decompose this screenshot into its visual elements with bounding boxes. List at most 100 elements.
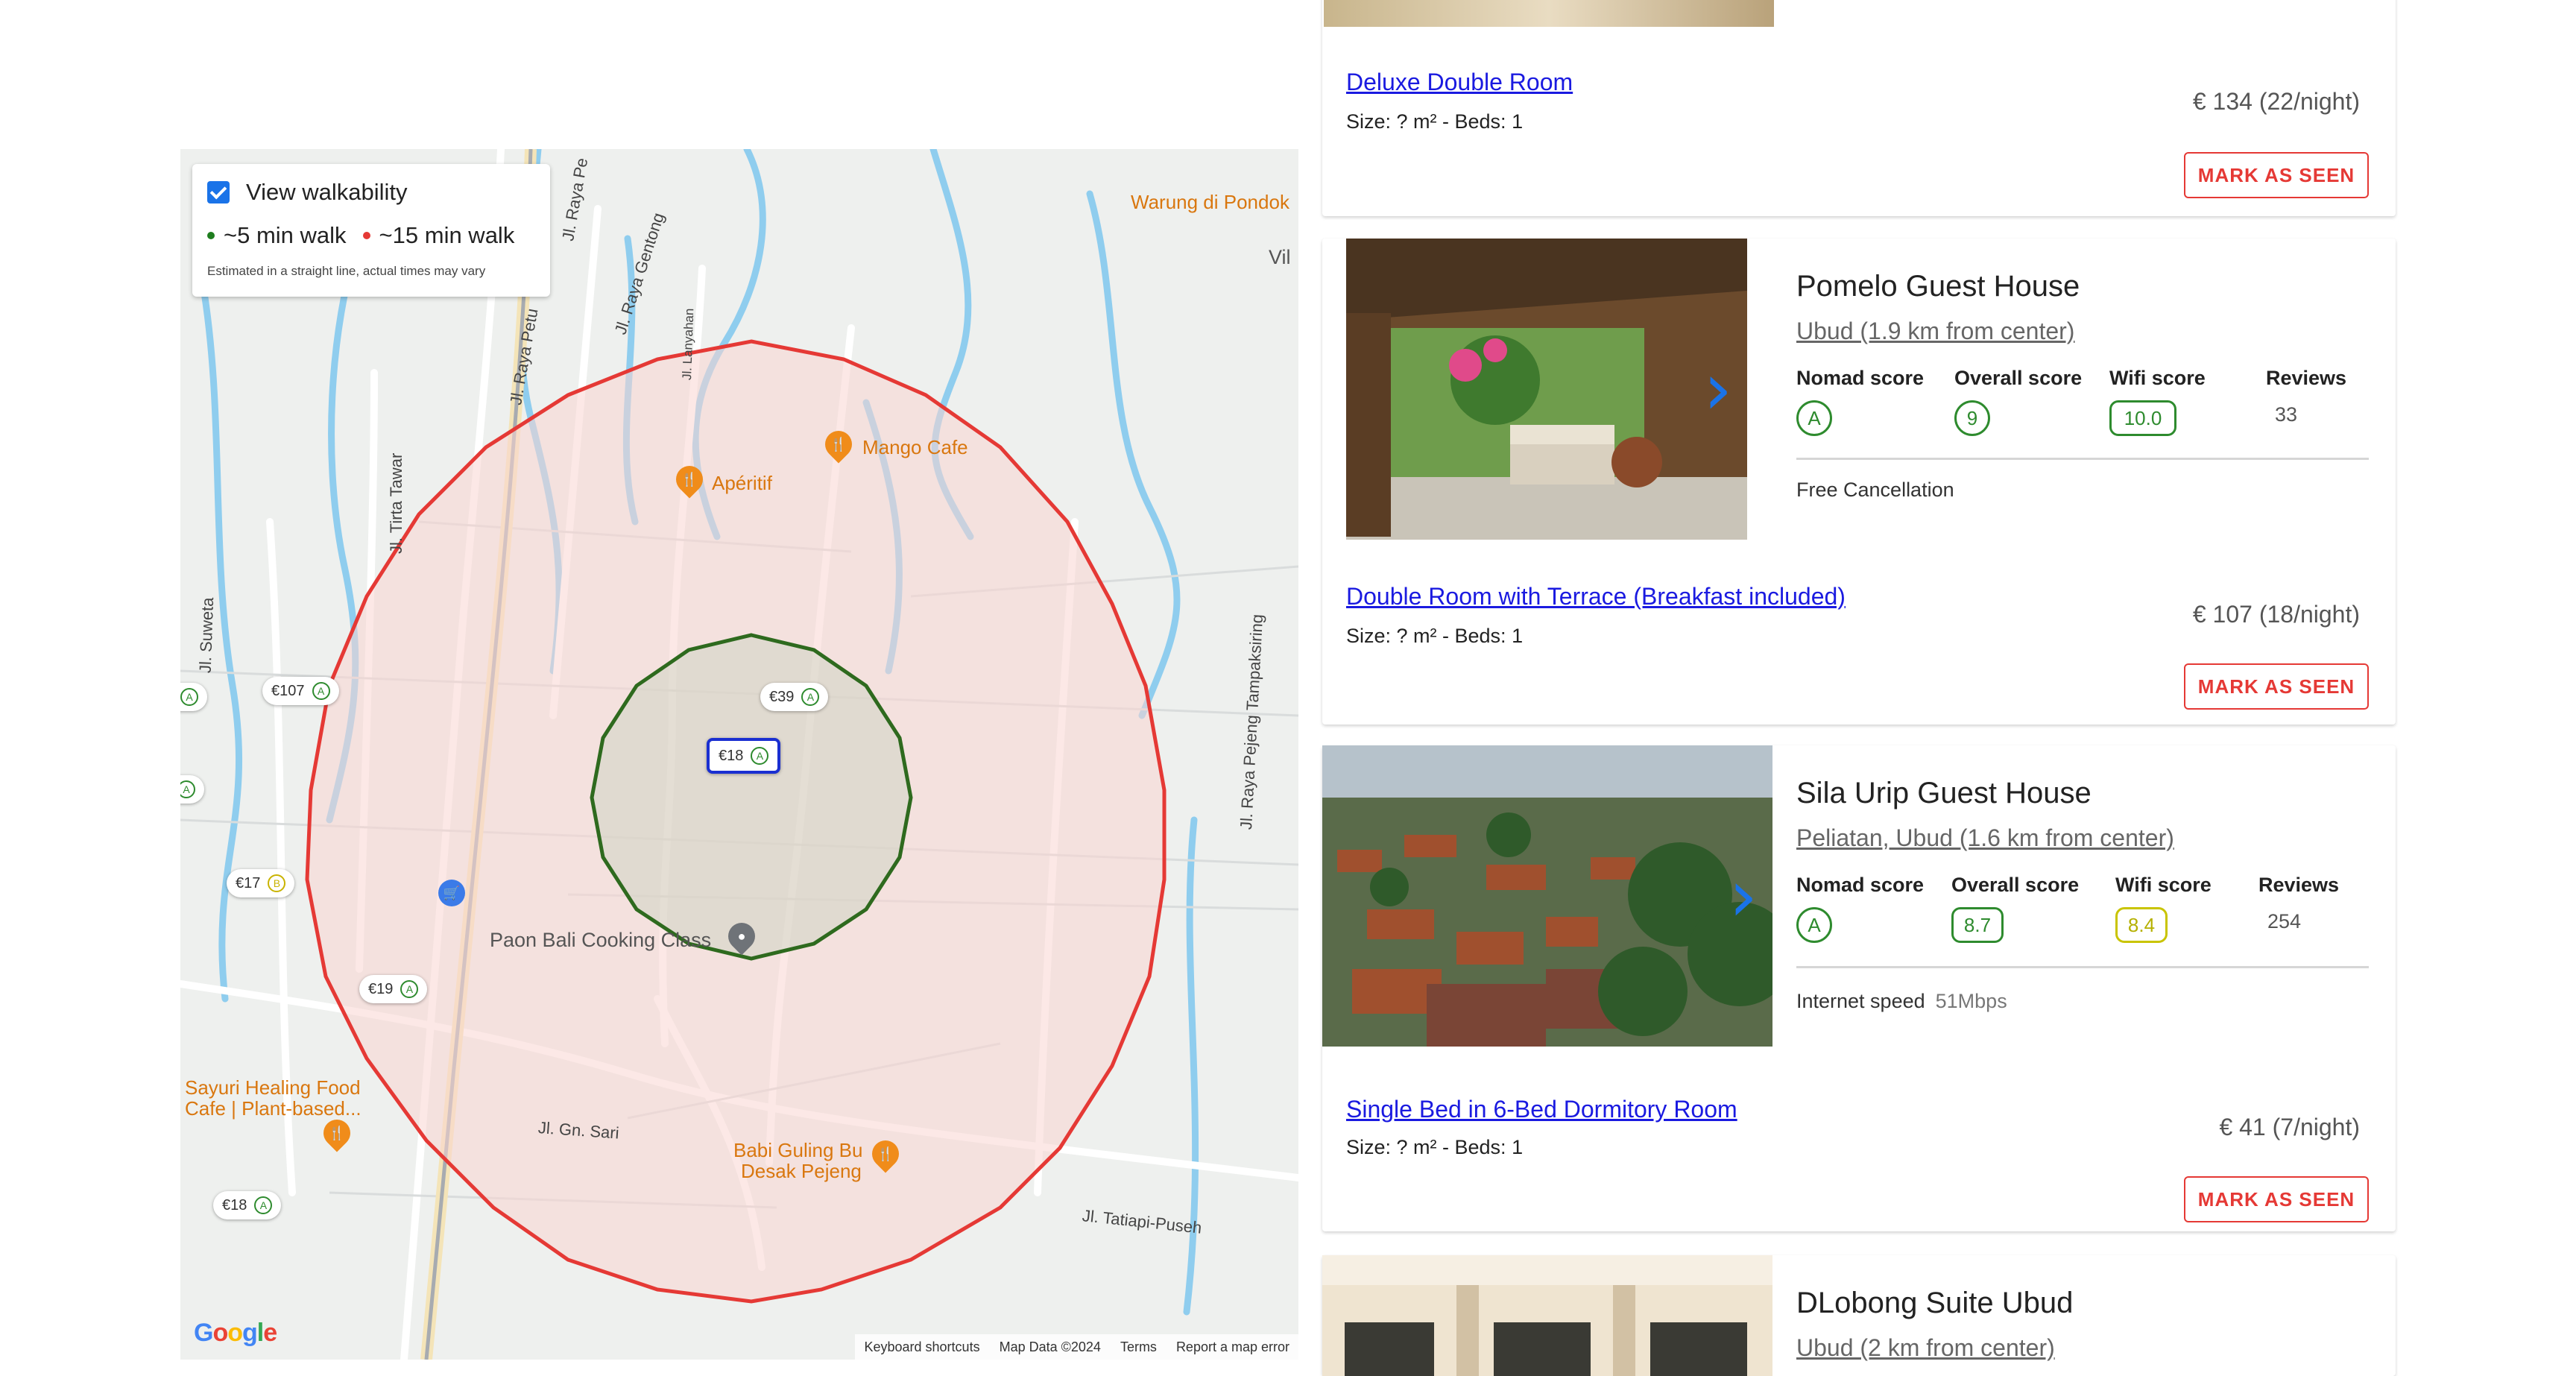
listing-photo[interactable] bbox=[1324, 0, 1774, 27]
room-link[interactable]: Deluxe Double Room bbox=[1346, 69, 1573, 96]
overall-score-label: Overall score bbox=[1954, 367, 2083, 389]
overall-score-label: Overall score bbox=[1951, 874, 2080, 896]
report-map-error-link[interactable]: Report a map error bbox=[1176, 1339, 1289, 1355]
nomad-score-badge: A bbox=[1796, 400, 1832, 436]
restaurant-pin-icon[interactable]: 🍴 bbox=[866, 1134, 905, 1173]
next-photo-chevron-icon[interactable]: › bbox=[1704, 353, 1732, 425]
map-footer: Keyboard shortcuts Map Data ©2024 Terms … bbox=[855, 1334, 1298, 1360]
reviews-value: 33 bbox=[2275, 403, 2298, 426]
hotel-name[interactable]: Pomelo Guest House bbox=[1796, 270, 2080, 303]
price-pin-selected[interactable]: €18 A bbox=[707, 738, 781, 774]
room-size: Size: ? m² - Beds: 1 bbox=[1346, 1136, 1524, 1158]
five-min-dot-icon bbox=[207, 232, 215, 239]
nomad-score: Nomad score A bbox=[1796, 874, 1924, 943]
feature-free-cancellation: Free Cancellation bbox=[1796, 479, 1954, 501]
wifi-score: Wifi score 10.0 bbox=[2109, 367, 2206, 436]
mark-as-seen-button[interactable]: MARK AS SEEN bbox=[2184, 152, 2369, 198]
five-min-label: ~5 min walk bbox=[224, 222, 347, 248]
mark-as-seen-button[interactable]: MARK AS SEEN bbox=[2184, 1176, 2369, 1222]
listing-card: DLobong Suite Ubud Ubud (2 km from cente… bbox=[1322, 1255, 2396, 1376]
overall-score-badge: 8.7 bbox=[1951, 907, 2004, 943]
room-link[interactable]: Double Room with Terrace (Breakfast incl… bbox=[1346, 583, 1846, 610]
listing-photo[interactable]: › bbox=[1322, 745, 1772, 1047]
feature-label: Internet speed bbox=[1796, 990, 1925, 1012]
nomad-score-label: Nomad score bbox=[1796, 367, 1925, 389]
room-price: € 134 (22/night) bbox=[2192, 88, 2360, 115]
listing-photo[interactable] bbox=[1322, 1255, 1772, 1376]
reviews-label: Reviews bbox=[2266, 367, 2347, 389]
room-size: Size: ? m² - Beds: 1 bbox=[1346, 110, 1524, 133]
reviews-count: Reviews 254 bbox=[2258, 874, 2339, 933]
terms-link[interactable]: Terms bbox=[1120, 1339, 1157, 1355]
price-pin-grade: A bbox=[180, 780, 195, 798]
restaurant-pin-icon[interactable]: 🍴 bbox=[670, 460, 709, 499]
poi-vil[interactable]: Vil bbox=[1269, 246, 1291, 269]
hotel-location[interactable]: Peliatan, Ubud (1.6 km from center) bbox=[1796, 824, 2174, 852]
poi-babi-guling-1[interactable]: Babi Guling Bu bbox=[733, 1139, 862, 1162]
price-pin-price: €39 bbox=[769, 688, 795, 705]
wifi-score-badge: 10.0 bbox=[2109, 400, 2176, 436]
map-data-label: Map Data ©2024 bbox=[999, 1339, 1101, 1354]
price-pin[interactable]: €19 A bbox=[359, 975, 428, 1003]
listing-card: Deluxe Double Room Size: ? m² - Beds: 1 … bbox=[1322, 0, 2396, 216]
next-photo-chevron-icon[interactable]: › bbox=[1729, 860, 1758, 932]
price-pin[interactable]: €18 A bbox=[213, 1191, 282, 1219]
fifteen-min-label: ~15 min walk bbox=[379, 222, 515, 248]
price-pin-grade: A bbox=[801, 688, 820, 706]
walkability-legend: ~5 min walk ~15 min walk bbox=[207, 222, 535, 249]
walkability-note: Estimated in a straight line, actual tim… bbox=[207, 264, 486, 278]
road-label-tirta: Jl. Tirta Tawar bbox=[387, 452, 405, 554]
mark-as-seen-button[interactable]: MARK AS SEEN bbox=[2184, 663, 2369, 710]
room-size: Size: ? m² - Beds: 1 bbox=[1346, 625, 1524, 647]
poi-sayuri-1[interactable]: Sayuri Healing Food bbox=[185, 1076, 361, 1099]
map-view[interactable]: View walkability ~5 min walk ~15 min wal… bbox=[180, 149, 1298, 1360]
walkability-label: View walkability bbox=[246, 179, 408, 205]
restaurant-pin-icon[interactable]: 🍴 bbox=[819, 425, 858, 464]
feature-internet-speed: Internet speed 51Mbps bbox=[1796, 990, 2007, 1013]
wifi-score: Wifi score 8.4 bbox=[2115, 874, 2212, 943]
fifteen-min-dot-icon bbox=[362, 232, 370, 239]
poi-babi-guling-2[interactable]: Desak Pejeng bbox=[741, 1160, 862, 1183]
reviews-count: Reviews 33 bbox=[2266, 367, 2346, 426]
price-pin[interactable]: €17 B bbox=[227, 869, 295, 897]
feature-value: 51Mbps bbox=[1935, 990, 2007, 1012]
shopping-cart-icon[interactable]: 🛒 bbox=[438, 880, 465, 906]
hotel-location[interactable]: Ubud (1.9 km from center) bbox=[1796, 318, 2074, 345]
room-price: € 41 (7/night) bbox=[2219, 1114, 2360, 1140]
walkability-checkbox[interactable] bbox=[207, 181, 230, 203]
room-link[interactable]: Single Bed in 6-Bed Dormitory Room bbox=[1346, 1096, 1737, 1123]
nomad-score-badge: A bbox=[1796, 907, 1832, 943]
poi-paon-cooking[interactable]: Paon Bali Cooking Class bbox=[490, 929, 711, 952]
hotel-location[interactable]: Ubud (2 km from center) bbox=[1796, 1334, 2055, 1362]
hotel-name[interactable]: Sila Urip Guest House bbox=[1796, 777, 2092, 810]
hotel-name[interactable]: DLobong Suite Ubud bbox=[1796, 1287, 2073, 1320]
price-pin-grade: A bbox=[400, 980, 419, 998]
overall-score: Overall score 9 bbox=[1954, 367, 2082, 436]
price-pin-price: €18 bbox=[719, 747, 744, 764]
divider bbox=[1796, 458, 2369, 460]
poi-aperitif[interactable]: Apéritif bbox=[712, 472, 772, 495]
five-min-walk-area bbox=[590, 633, 913, 961]
price-pin[interactable]: €39 A bbox=[760, 683, 829, 711]
wifi-score-label: Wifi score bbox=[2109, 367, 2206, 389]
price-pin[interactable]: €107 A bbox=[262, 677, 339, 705]
nomad-score: Nomad score A bbox=[1796, 367, 1924, 436]
restaurant-pin-icon[interactable]: 🍴 bbox=[318, 1114, 356, 1152]
keyboard-shortcuts-link[interactable]: Keyboard shortcuts bbox=[864, 1339, 979, 1355]
google-logo: Google bbox=[194, 1319, 277, 1347]
price-pin-price: €107 bbox=[271, 682, 305, 699]
listing-photo[interactable]: › bbox=[1346, 239, 1747, 540]
reviews-label: Reviews bbox=[2258, 874, 2340, 896]
poi-warung[interactable]: Warung di Pondok bbox=[1131, 191, 1289, 214]
divider bbox=[1796, 966, 2369, 968]
price-pin-price: €17 bbox=[236, 874, 261, 891]
price-pin-grade: A bbox=[312, 682, 330, 700]
room-price: € 107 (18/night) bbox=[2192, 601, 2360, 628]
poi-sayuri-2[interactable]: Cafe | Plant-based... bbox=[185, 1097, 362, 1120]
place-pin-icon[interactable]: ● bbox=[722, 917, 761, 956]
price-pin-grade: A bbox=[751, 747, 769, 765]
poi-mango-cafe[interactable]: Mango Cafe bbox=[862, 436, 968, 459]
overall-score: Overall score 8.7 bbox=[1951, 874, 2079, 943]
walkability-toggle[interactable]: View walkability bbox=[207, 179, 535, 206]
road-label-suweta: Jl. Suweta bbox=[195, 597, 218, 674]
